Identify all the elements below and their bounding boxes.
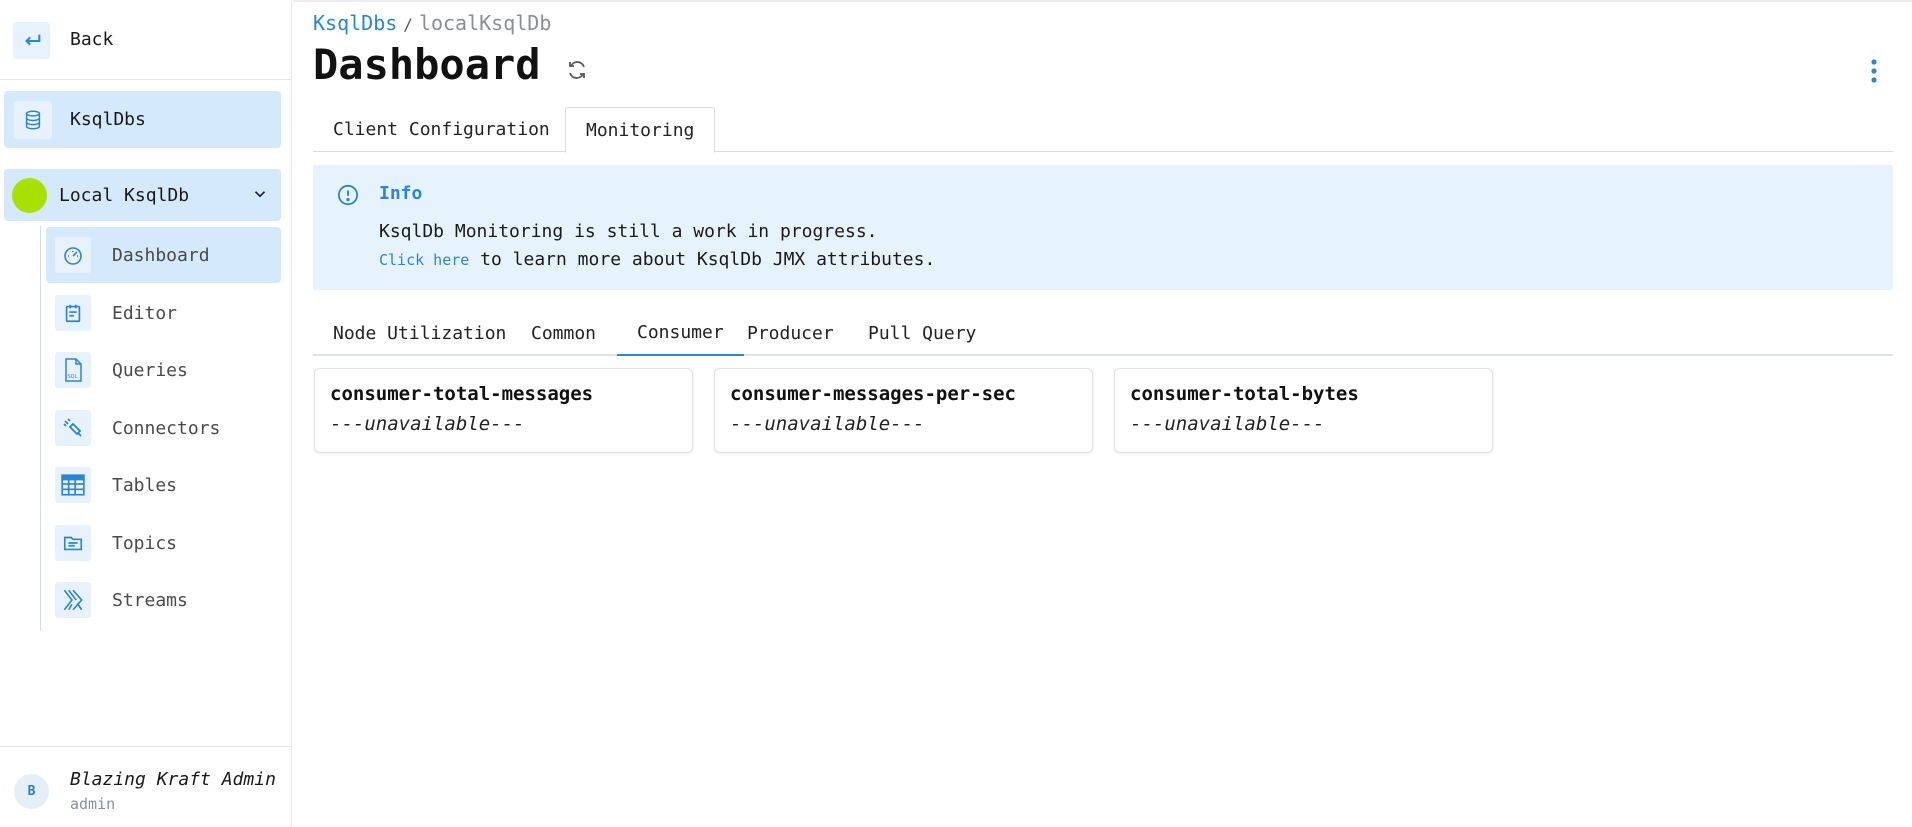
main-tabs: Client Configuration Monitoring [313, 107, 1893, 153]
tab-pull-query[interactable]: Pull Query [848, 311, 996, 356]
breadcrumb-current: localKsqlDb [418, 11, 552, 35]
tab-producer[interactable]: Producer [727, 311, 854, 356]
tab-common[interactable]: Common [511, 311, 616, 356]
top-divider [293, 0, 1912, 2]
page-title: Dashboard [313, 40, 541, 89]
tab-client-configuration[interactable]: Client Configuration [313, 107, 570, 152]
user-role: admin [70, 795, 116, 813]
connection-selector[interactable]: Local KsqlDb [4, 169, 281, 221]
back-button[interactable]: Back [0, 0, 292, 80]
metric-name: consumer-total-messages [330, 383, 594, 405]
metric-value: ---unavailable--- [730, 413, 925, 435]
metric-card: consumer-total-messages ---unavailable--… [314, 368, 693, 453]
info-link[interactable]: Click here [379, 251, 469, 269]
svg-text:SQL: SQL [68, 374, 78, 380]
calendar-note-icon [55, 295, 91, 331]
info-message-link-line: Click here to learn more about KsqlDb JM… [379, 249, 935, 270]
sidebar-item-label: Tables [112, 475, 178, 496]
sidebar-item-queries[interactable]: SQL Queries [46, 342, 281, 398]
metric-card: consumer-total-bytes ---unavailable--- [1114, 368, 1493, 453]
info-icon [337, 184, 359, 206]
table-icon [55, 467, 91, 503]
breadcrumb: KsqlDbs / localKsqlDb [313, 11, 551, 35]
refresh-icon[interactable] [565, 58, 589, 82]
metric-name: consumer-total-bytes [1130, 383, 1359, 405]
info-message: KsqlDb Monitoring is still a work in pro… [379, 221, 878, 242]
sidebar-item-connectors[interactable]: Connectors [46, 400, 281, 456]
sidebar-item-topics[interactable]: Topics [46, 515, 281, 571]
sidebar-item-label: KsqlDbs [70, 109, 146, 130]
info-link-text: to learn more about KsqlDb JMX attribute… [469, 249, 936, 270]
connection-status-dot [12, 178, 47, 213]
metric-name: consumer-messages-per-sec [730, 383, 1016, 405]
sidebar-item-label: Topics [112, 533, 178, 554]
more-options-icon[interactable] [1869, 58, 1879, 84]
folder-icon [55, 525, 91, 561]
sidebar-item-dashboard[interactable]: Dashboard [46, 227, 281, 283]
sql-file-icon: SQL [55, 352, 91, 388]
info-alert: Info KsqlDb Monitoring is still a work i… [313, 165, 1893, 290]
sidebar-item-label: Connectors [112, 418, 221, 439]
gauge-icon [55, 237, 91, 273]
streams-icon [55, 582, 91, 618]
metric-tabs: Node Utilization Common Consumer Produce… [313, 311, 1893, 356]
tab-monitoring[interactable]: Monitoring [565, 107, 716, 153]
sidebar-item-ksqldbs[interactable]: KsqlDbs [4, 91, 281, 148]
tab-node-utilization[interactable]: Node Utilization [313, 311, 526, 356]
back-label: Back [70, 29, 114, 50]
database-icon [14, 101, 52, 139]
connector-icon [55, 410, 91, 446]
sidebar-item-tables[interactable]: Tables [46, 457, 281, 513]
chevron-down-icon [254, 191, 266, 198]
subnav-divider [40, 226, 41, 630]
avatar: B [14, 774, 49, 809]
connection-label: Local KsqlDb [59, 185, 190, 206]
sidebar-item-label: Dashboard [112, 245, 210, 266]
info-title: Info [379, 183, 423, 204]
sidebar-item-label: Queries [112, 360, 188, 381]
sidebar-item-streams[interactable]: Streams [46, 572, 281, 628]
main-content: KsqlDbs / localKsqlDb Dashboard Client Con… [293, 0, 1912, 827]
metric-card: consumer-messages-per-sec ---unavailable… [714, 368, 1093, 453]
user-name: Blazing Kraft Admin [70, 769, 276, 790]
breadcrumb-link-ksqldbs[interactable]: KsqlDbs [313, 11, 397, 35]
back-arrow-icon [13, 22, 50, 59]
sidebar-item-label: Streams [112, 590, 188, 611]
sidebar-item-label: Editor [112, 303, 178, 324]
sidebar-item-editor[interactable]: Editor [46, 285, 281, 341]
metric-value: ---unavailable--- [330, 413, 525, 435]
tab-consumer[interactable]: Consumer [617, 311, 744, 356]
metric-value: ---unavailable--- [1130, 413, 1325, 435]
user-profile[interactable]: B Blazing Kraft Admin admin [0, 746, 292, 827]
breadcrumb-separator: / [403, 15, 413, 34]
sidebar: Back KsqlDbs Local KsqlDb Dashboard Edit… [0, 0, 292, 827]
